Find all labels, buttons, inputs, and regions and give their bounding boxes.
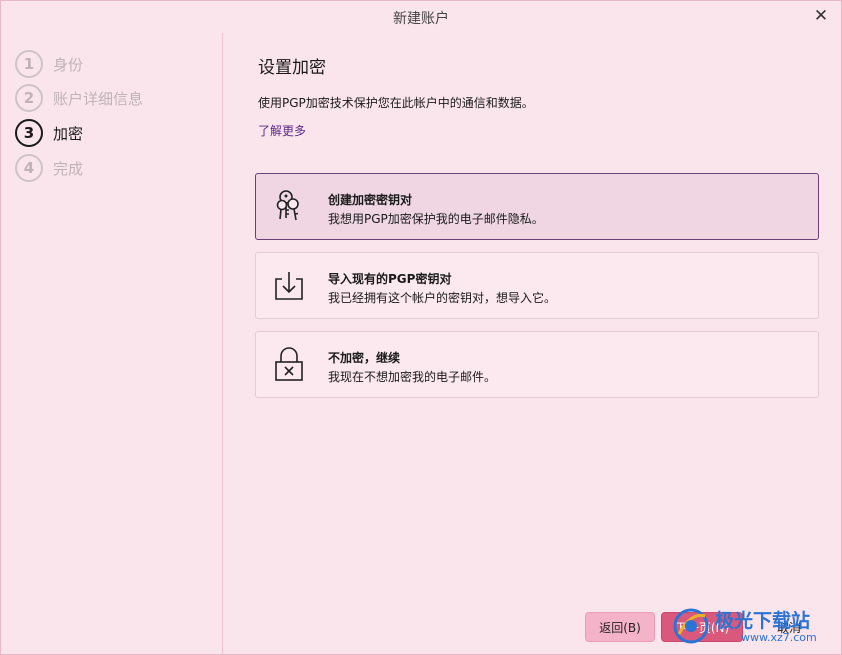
next-button[interactable]: 下一页(N) xyxy=(661,612,743,642)
page-description: 使用PGP加密技术保护您在此帐户中的通信和数据。 xyxy=(258,96,534,110)
step-identity: 1 身份 xyxy=(15,49,83,79)
back-button[interactable]: 返回(B) xyxy=(585,612,655,642)
step-account-details: 2 账户详细信息 xyxy=(15,83,143,113)
option-title: 不加密，继续 xyxy=(328,351,401,365)
learn-more-link[interactable]: 了解更多 xyxy=(258,122,306,139)
new-account-dialog: 新建账户 ✕ 1 身份 2 账户详细信息 3 加密 4 完成 设置加密 使用PG… xyxy=(0,0,842,655)
step-label: 完成 xyxy=(53,159,84,178)
option-title: 创建加密密钥对 xyxy=(328,193,413,207)
step-encryption: 3 加密 xyxy=(15,118,83,148)
cancel-button[interactable]: 取消 xyxy=(753,612,825,642)
title-bar: 新建账户 ✕ xyxy=(1,1,841,33)
step-number: 3 xyxy=(15,119,43,147)
step-finish: 4 完成 xyxy=(15,153,83,183)
option-create-keypair[interactable]: 创建加密密钥对 我想用PGP加密保护我的电子邮件隐私。 xyxy=(255,173,819,240)
step-label: 身份 xyxy=(53,55,84,74)
option-subtitle: 我已经拥有这个帐户的密钥对，想导入它。 xyxy=(328,291,557,305)
option-title: 导入现有的PGP密钥对 xyxy=(328,272,452,286)
step-number: 1 xyxy=(15,50,43,78)
keys-icon xyxy=(276,190,299,221)
option-no-encryption[interactable]: 不加密，继续 我现在不想加密我的电子邮件。 xyxy=(255,331,819,398)
step-number: 2 xyxy=(15,84,43,112)
import-icon xyxy=(275,272,303,300)
wizard-steps: 1 身份 2 账户详细信息 3 加密 4 完成 xyxy=(1,33,223,654)
step-label: 账户详细信息 xyxy=(53,89,144,108)
close-button[interactable]: ✕ xyxy=(811,6,831,26)
lock-x-icon xyxy=(275,347,303,381)
option-subtitle: 我想用PGP加密保护我的电子邮件隐私。 xyxy=(328,212,544,226)
option-subtitle: 我现在不想加密我的电子邮件。 xyxy=(328,370,497,384)
dialog-title: 新建账户 xyxy=(393,11,449,27)
step-number: 4 xyxy=(15,154,43,182)
page-title: 设置加密 xyxy=(258,58,326,78)
step-label: 加密 xyxy=(53,124,84,143)
option-import-keypair[interactable]: 导入现有的PGP密钥对 我已经拥有这个帐户的密钥对，想导入它。 xyxy=(255,252,819,319)
